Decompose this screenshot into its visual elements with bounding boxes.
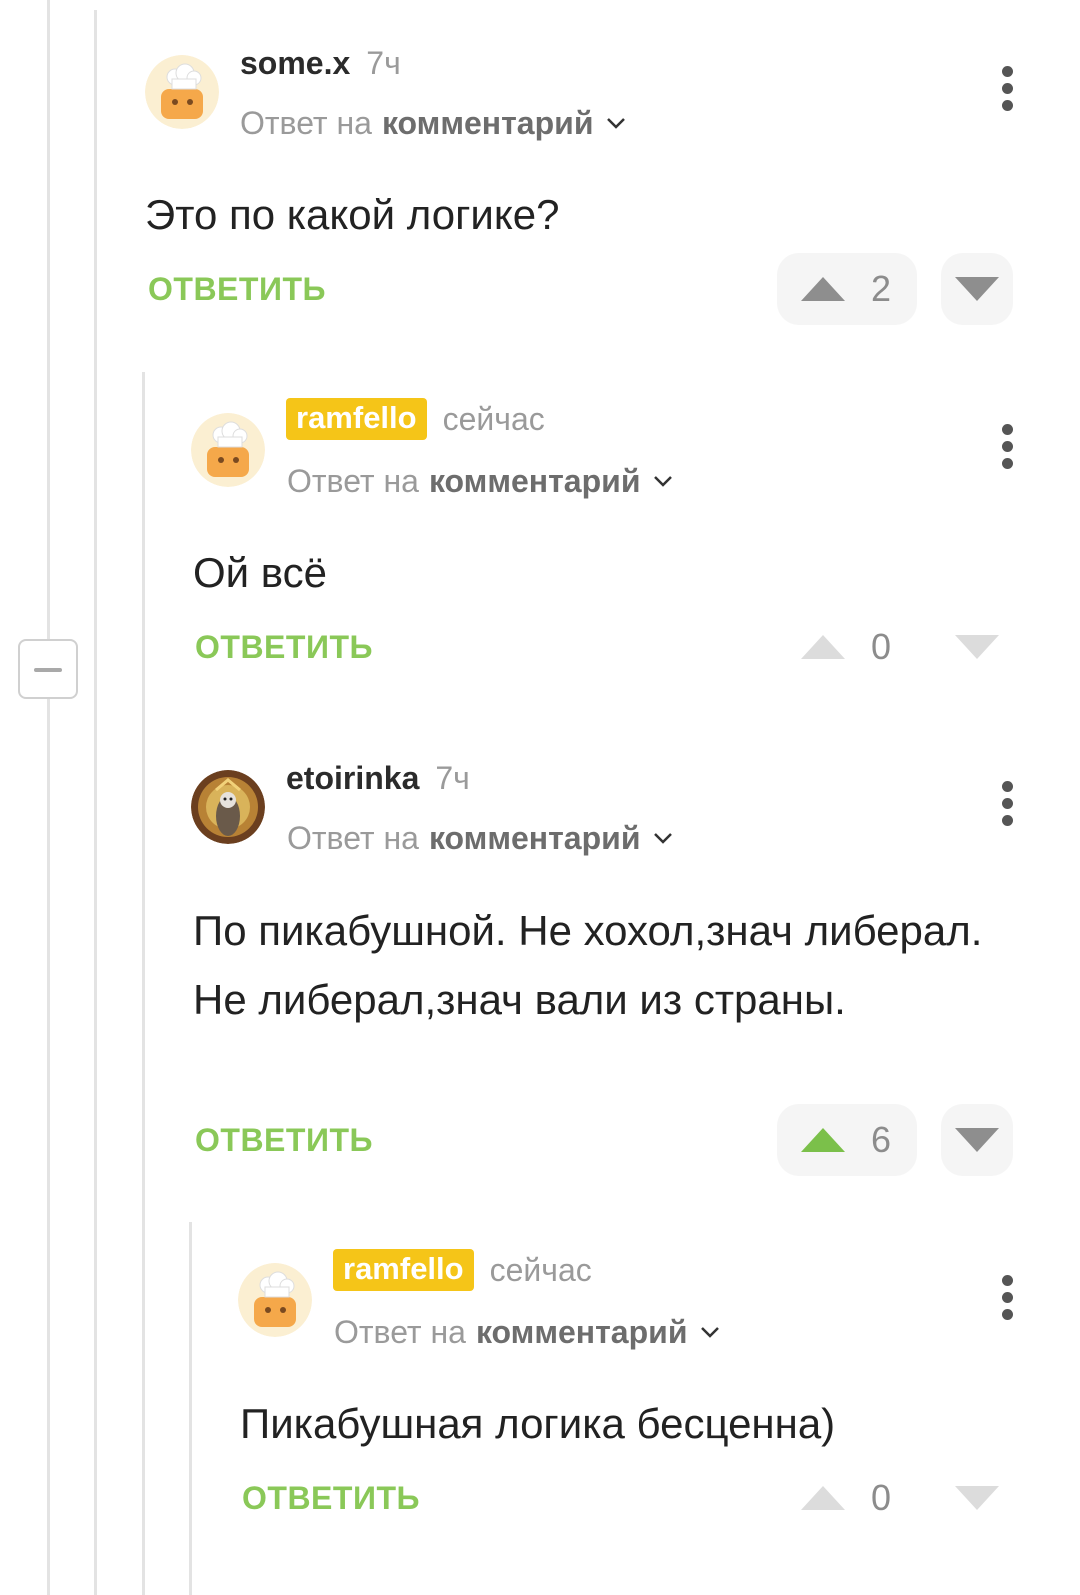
upvote-icon xyxy=(801,635,845,659)
reply-to-target[interactable]: комментарий xyxy=(382,105,594,142)
reply-to-link[interactable]: Ответ на комментарий xyxy=(287,816,674,860)
vote-controls: 0 xyxy=(777,1462,1013,1534)
downvote-icon xyxy=(955,1486,999,1510)
downvote-icon xyxy=(955,1128,999,1152)
chevron-down-icon[interactable] xyxy=(652,827,674,849)
upvote-button[interactable]: 2 xyxy=(777,253,917,325)
chevron-down-icon[interactable] xyxy=(699,1321,721,1343)
author-name[interactable]: etoirinka xyxy=(286,760,419,797)
reply-to-target[interactable]: комментарий xyxy=(429,463,641,500)
author-name[interactable]: ramfello xyxy=(333,1249,474,1291)
avatar[interactable] xyxy=(238,1263,312,1337)
chef-icon xyxy=(145,55,219,129)
user-photo xyxy=(191,770,265,844)
comment-time: сейчас xyxy=(442,400,545,437)
chef-icon xyxy=(191,413,265,487)
comment-time: 7ч xyxy=(435,759,470,796)
chevron-down-icon[interactable] xyxy=(652,470,674,492)
comment-time: 7ч xyxy=(366,44,401,81)
reply-to-target[interactable]: комментарий xyxy=(429,820,641,857)
more-options-icon[interactable] xyxy=(1000,66,1014,112)
collapse-thread-button[interactable] xyxy=(18,639,78,699)
chef-icon xyxy=(238,1263,312,1337)
author-name[interactable]: ramfello xyxy=(286,398,427,440)
avatar[interactable] xyxy=(191,770,265,844)
reply-to-prefix: Ответ на xyxy=(287,819,419,856)
author-name[interactable]: some.x xyxy=(240,45,350,82)
more-options-icon[interactable] xyxy=(1000,1275,1014,1321)
avatar[interactable] xyxy=(145,55,219,129)
comment-text: Ой всё xyxy=(193,549,327,596)
reply-to-link[interactable]: Ответ на комментарий xyxy=(334,1310,721,1354)
comment-text: Пикабушная логика бесценна) xyxy=(240,1400,836,1447)
upvote-button[interactable]: 0 xyxy=(777,611,917,683)
reply-to-target[interactable]: комментарий xyxy=(476,1314,688,1351)
reply-to-prefix: Ответ на xyxy=(287,462,419,499)
reply-to-link[interactable]: Ответ на комментарий xyxy=(240,101,627,145)
thread-line-level2 xyxy=(142,372,145,1595)
thread-line-level3 xyxy=(189,1222,192,1595)
downvote-icon xyxy=(955,635,999,659)
chevron-down-icon[interactable] xyxy=(605,112,627,134)
vote-controls: 6 xyxy=(777,1104,1013,1176)
upvote-button[interactable]: 0 xyxy=(777,1462,917,1534)
rating-count: 6 xyxy=(871,1119,892,1160)
reply-button[interactable]: ОТВЕТИТЬ xyxy=(242,1480,420,1517)
downvote-button[interactable] xyxy=(941,611,1013,683)
vote-controls: 0 xyxy=(777,611,1013,683)
thread-line-root xyxy=(47,0,50,1595)
rating-count: 2 xyxy=(871,268,892,309)
rating-count: 0 xyxy=(871,626,892,667)
downvote-icon xyxy=(955,277,999,301)
reply-to-prefix: Ответ на xyxy=(240,104,372,141)
reply-button[interactable]: ОТВЕТИТЬ xyxy=(148,271,326,308)
reply-button[interactable]: ОТВЕТИТЬ xyxy=(195,1122,373,1159)
reply-button[interactable]: ОТВЕТИТЬ xyxy=(195,629,373,666)
comment-time: сейчас xyxy=(489,1251,592,1288)
downvote-button[interactable] xyxy=(941,253,1013,325)
downvote-button[interactable] xyxy=(941,1104,1013,1176)
more-options-icon[interactable] xyxy=(1000,424,1014,470)
upvote-button[interactable]: 6 xyxy=(777,1104,917,1176)
comment-text: По пикабушной. Не хохол,знач либерал. Не… xyxy=(193,907,983,1023)
upvote-icon xyxy=(801,1128,845,1152)
upvote-icon xyxy=(801,277,845,301)
reply-to-prefix: Ответ на xyxy=(334,1313,466,1350)
more-options-icon[interactable] xyxy=(1000,781,1014,827)
reply-to-link[interactable]: Ответ на комментарий xyxy=(287,459,674,503)
upvote-icon xyxy=(801,1486,845,1510)
avatar[interactable] xyxy=(191,413,265,487)
rating-count: 0 xyxy=(871,1477,892,1518)
downvote-button[interactable] xyxy=(941,1462,1013,1534)
thread-line-level1 xyxy=(94,10,97,1595)
vote-controls: 2 xyxy=(777,253,1013,325)
comment-text: Это по какой логике? xyxy=(145,191,560,238)
